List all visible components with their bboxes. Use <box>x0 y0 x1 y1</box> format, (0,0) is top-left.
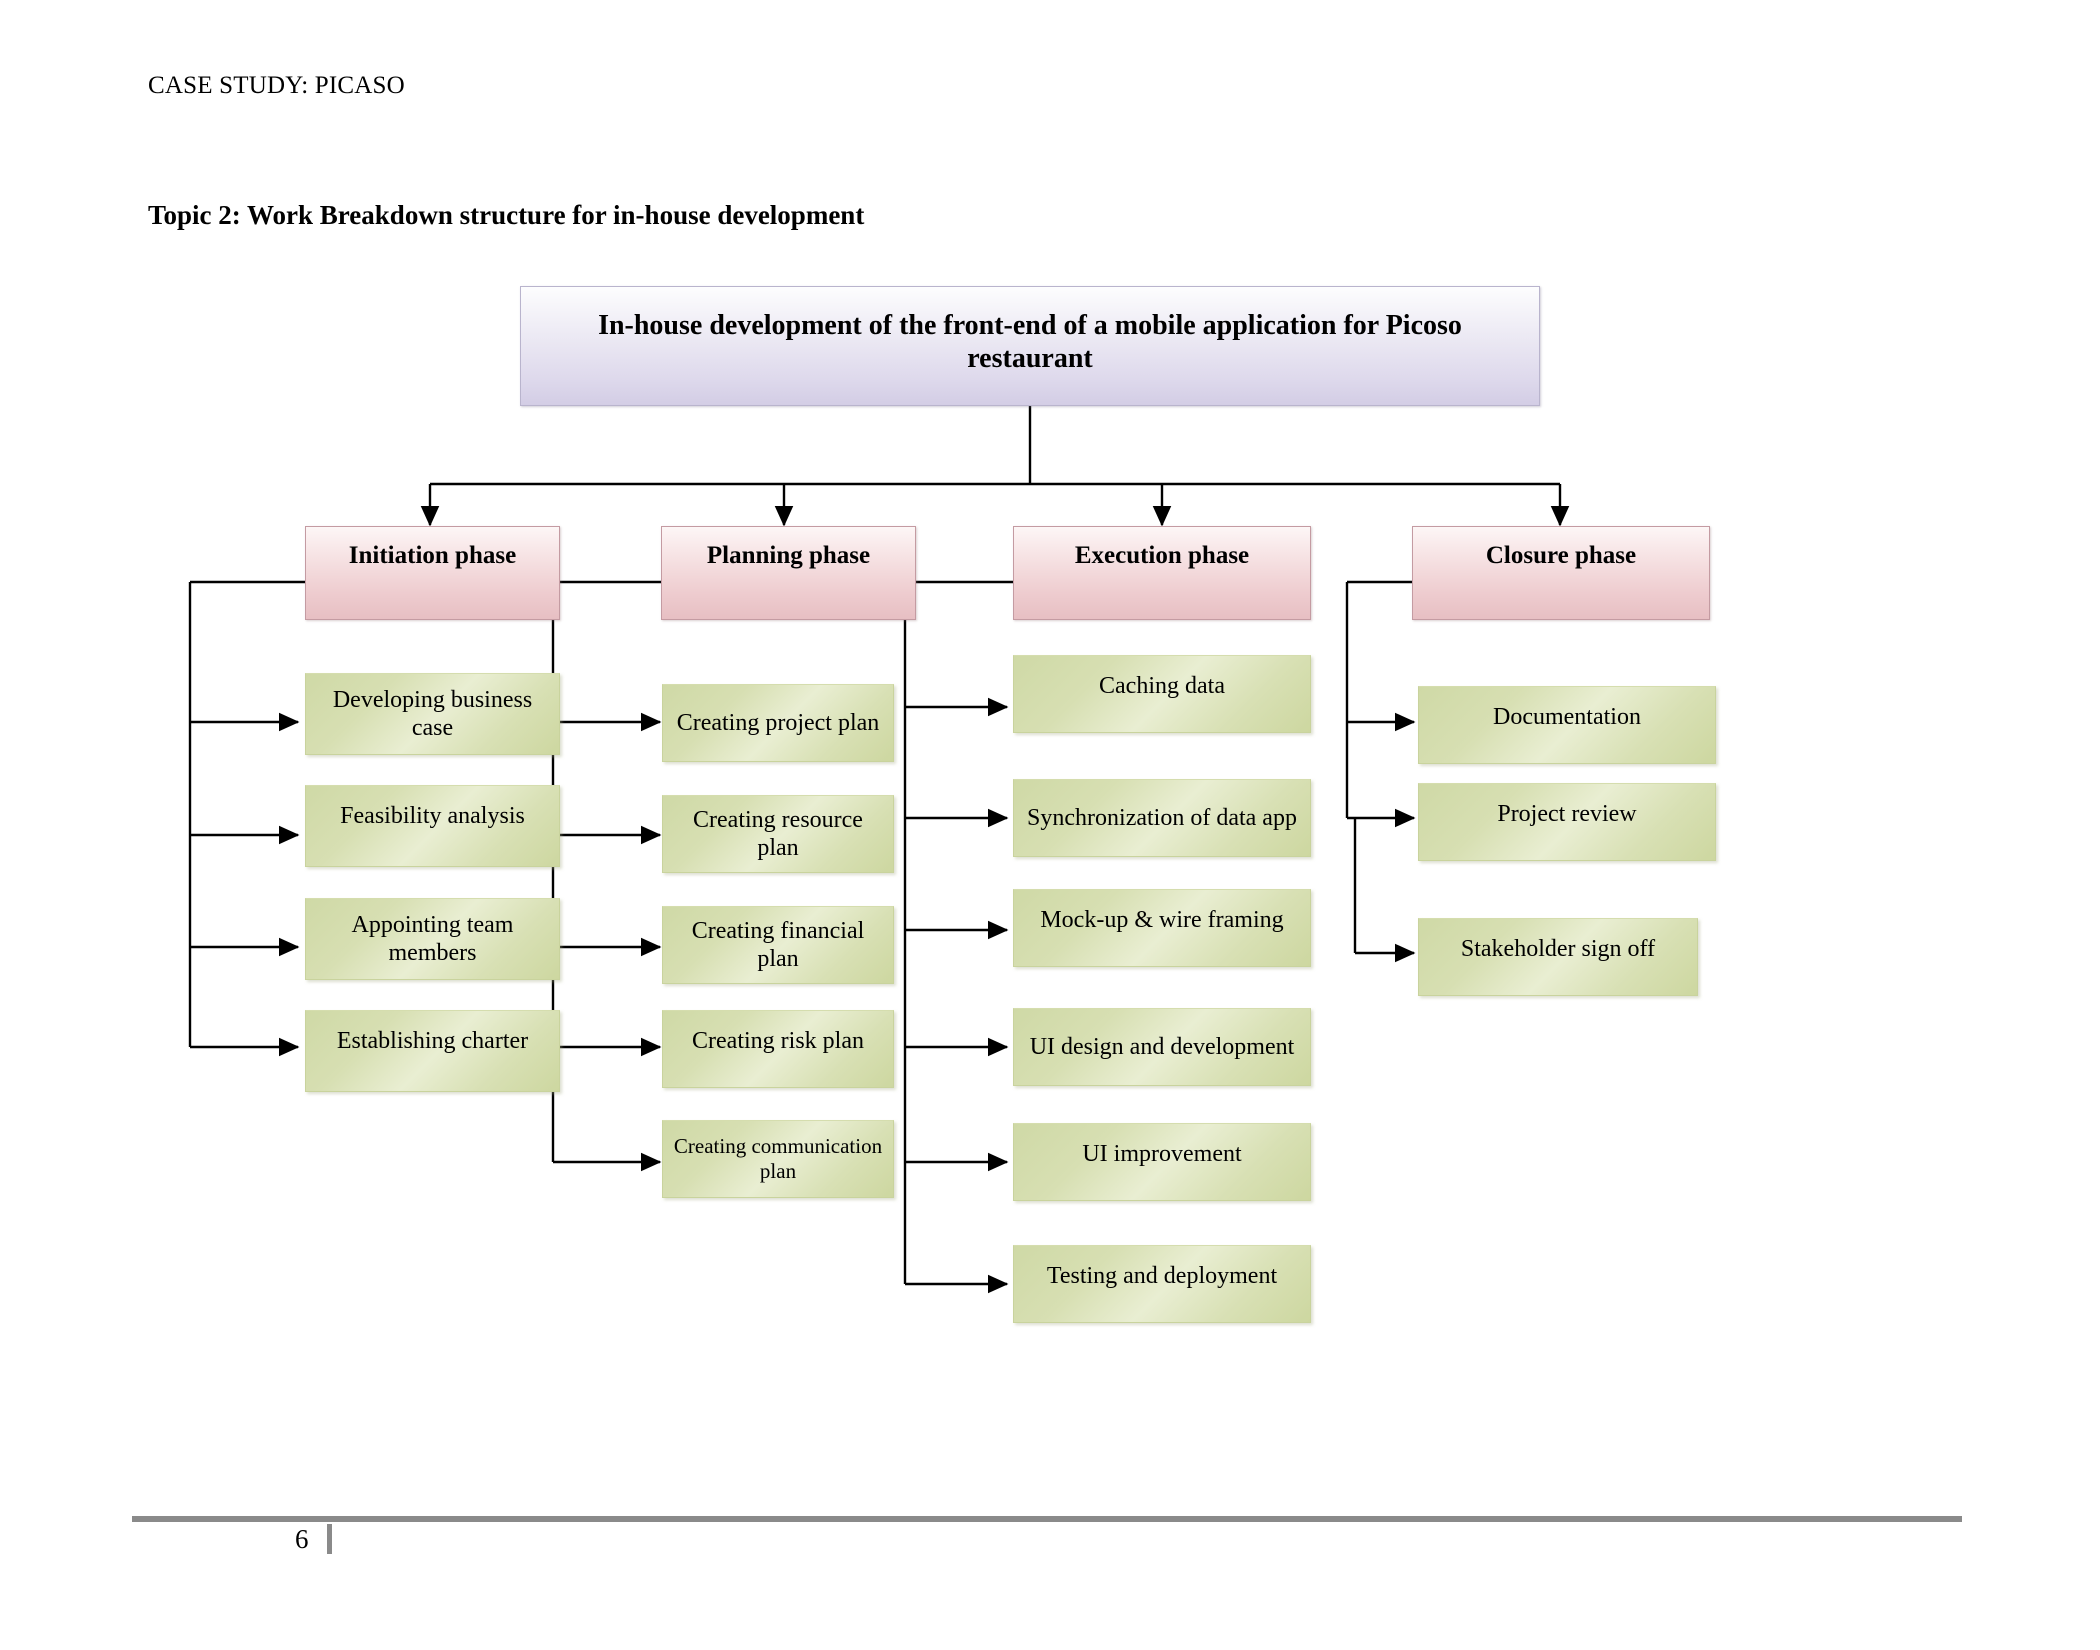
wbs-phase-label: Initiation phase <box>348 542 517 569</box>
wbs-task-stakeholder-sign-off[interactable]: Stakeholder sign off <box>1418 918 1698 996</box>
wbs-task-label: UI improvement <box>1082 1141 1242 1167</box>
wbs-task-label: Stakeholder sign off <box>1460 936 1656 962</box>
wbs-phase-closure[interactable]: Closure phase <box>1412 526 1710 620</box>
wbs-task-project-review[interactable]: Project review <box>1418 783 1716 861</box>
wbs-phase-label: Planning phase <box>706 542 871 569</box>
wbs-root-node[interactable]: In-house development of the front-end of… <box>520 286 1540 406</box>
wbs-task-ui-design-and-development[interactable]: UI design and development <box>1013 1008 1311 1086</box>
wbs-task-ui-improvement[interactable]: UI improvement <box>1013 1123 1311 1201</box>
wbs-task-label: Creating project plan <box>676 709 880 736</box>
wbs-task-label: Creating resource plan <box>693 806 863 861</box>
wbs-task-creating-resource-plan[interactable]: Creating resource plan <box>662 795 894 873</box>
wbs-task-label: Synchronization of data app <box>1027 804 1297 831</box>
wbs-task-creating-project-plan[interactable]: Creating project plan <box>662 684 894 762</box>
wbs-task-creating-communication-plan[interactable]: Creating communication plan <box>662 1120 894 1198</box>
wbs-task-feasibility-analysis[interactable]: Feasibility analysis <box>305 785 560 867</box>
wbs-task-mockup-wire-framing[interactable]: Mock-up & wire framing <box>1013 889 1311 967</box>
wbs-phase-label: Closure phase <box>1485 542 1637 569</box>
document-page: CASE STUDY: PICASO Topic 2: Work Breakdo… <box>0 0 2100 1650</box>
wbs-task-establishing-charter[interactable]: Establishing charter <box>305 1010 560 1092</box>
wbs-task-label: Creating financial plan <box>691 917 865 972</box>
wbs-task-label: Documentation <box>1493 704 1641 730</box>
wbs-task-label: Appointing team members <box>351 911 514 966</box>
footer-divider <box>132 1516 1962 1522</box>
wbs-phase-initiation[interactable]: Initiation phase <box>305 526 560 620</box>
wbs-phase-planning[interactable]: Planning phase <box>661 526 916 620</box>
wbs-diagram: In-house development of the front-end of… <box>0 0 2100 1480</box>
footer-marker <box>327 1524 332 1554</box>
wbs-phase-label: Execution phase <box>1074 542 1250 569</box>
wbs-task-label: Creating risk plan <box>692 1028 864 1054</box>
wbs-task-synchronization-of-data-app[interactable]: Synchronization of data app <box>1013 779 1311 857</box>
wbs-task-testing-and-deployment[interactable]: Testing and deployment <box>1013 1245 1311 1323</box>
wbs-task-appointing-team-members[interactable]: Appointing team members <box>305 898 560 980</box>
wbs-task-creating-risk-plan[interactable]: Creating risk plan <box>662 1010 894 1088</box>
wbs-task-caching-data[interactable]: Caching data <box>1013 655 1311 733</box>
wbs-phase-execution[interactable]: Execution phase <box>1013 526 1311 620</box>
wbs-task-label: Mock-up & wire framing <box>1040 907 1284 933</box>
wbs-task-label: Feasibility analysis <box>340 803 525 829</box>
wbs-root-label: In-house development of the front-end of… <box>598 310 1462 375</box>
wbs-task-label: Project review <box>1497 801 1637 827</box>
wbs-task-developing-business-case[interactable]: Developing business case <box>305 673 560 755</box>
wbs-task-label: Developing business case <box>332 686 533 741</box>
wbs-task-label: Testing and deployment <box>1046 1263 1278 1289</box>
wbs-task-documentation[interactable]: Documentation <box>1418 686 1716 764</box>
page-number: 6 <box>295 1524 309 1554</box>
wbs-task-label: Caching data <box>1099 673 1225 699</box>
wbs-task-creating-financial-plan[interactable]: Creating financial plan <box>662 906 894 984</box>
wbs-task-label: Creating communication plan <box>673 1134 883 1183</box>
wbs-task-label: UI design and development <box>1029 1033 1295 1060</box>
wbs-task-label: Establishing charter <box>336 1028 529 1054</box>
